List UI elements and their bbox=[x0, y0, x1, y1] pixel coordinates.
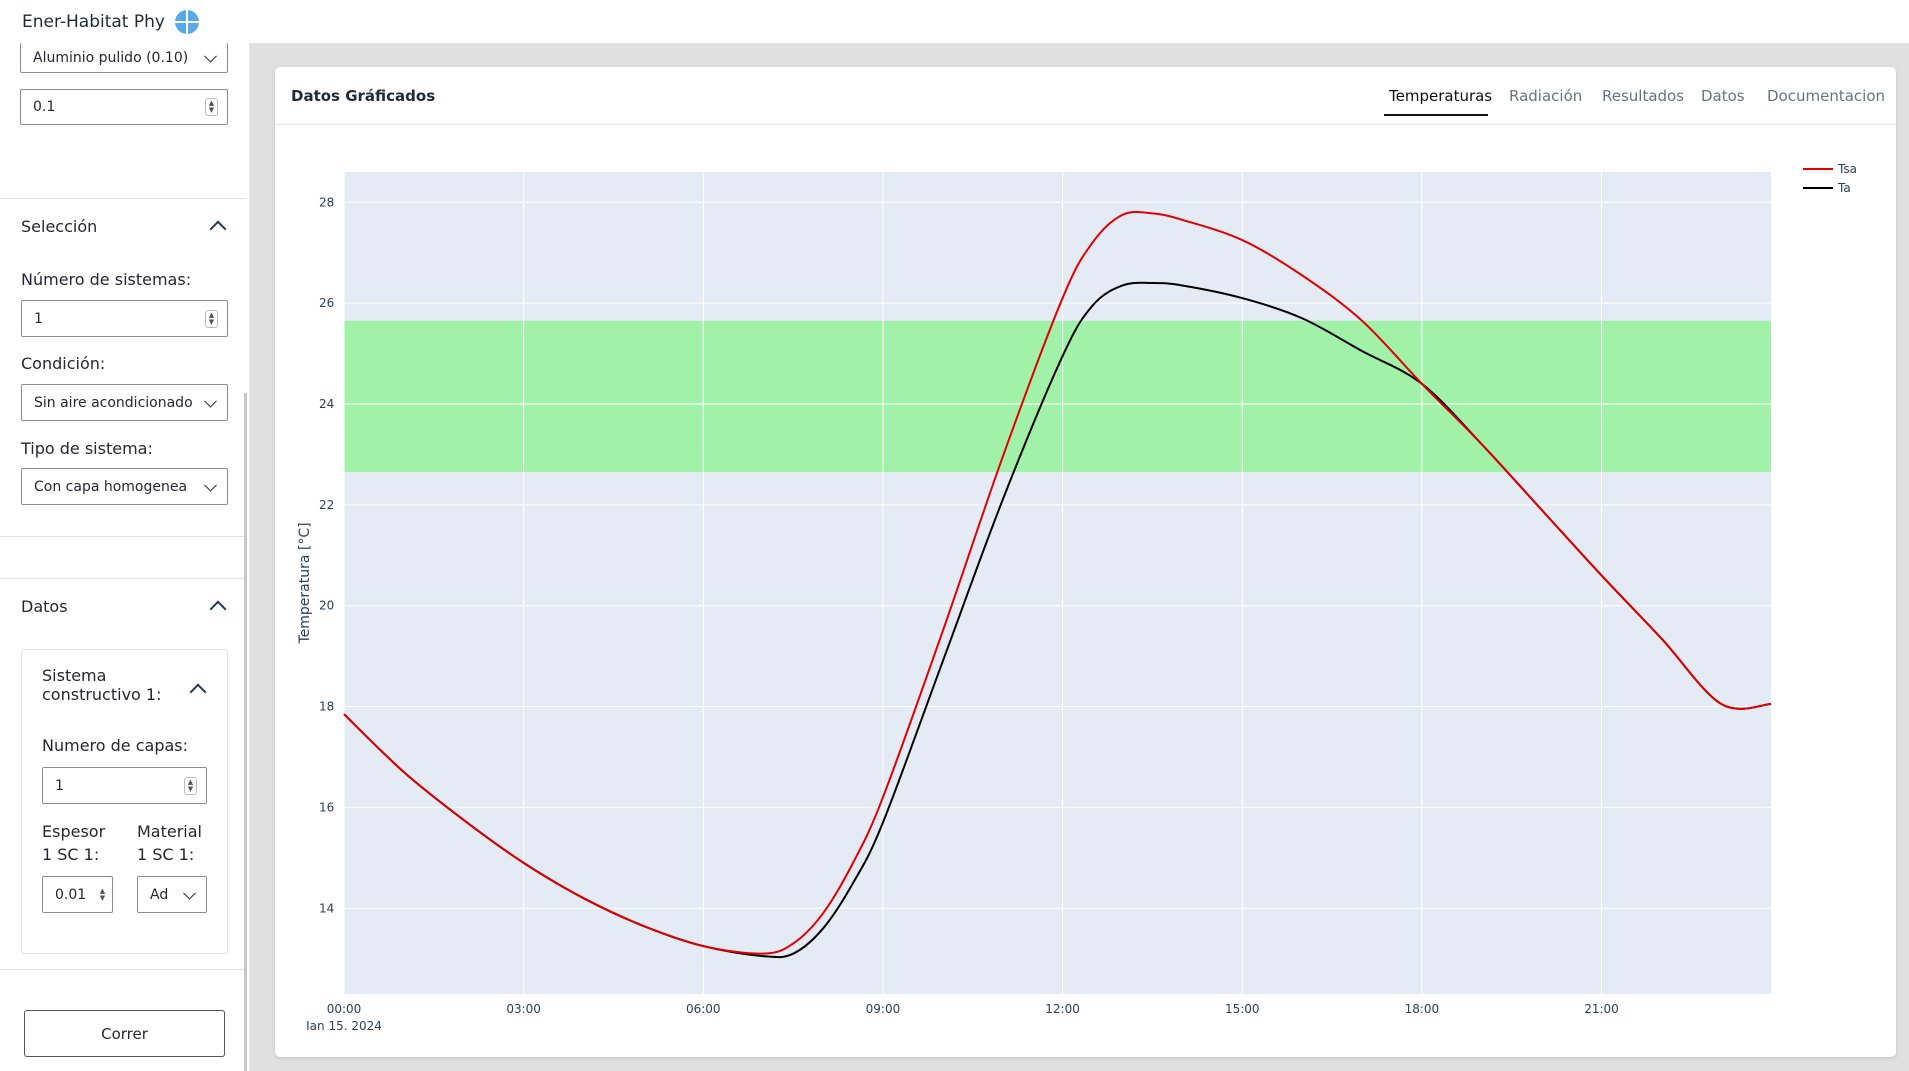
x-tick-label: 09:00 bbox=[866, 1002, 901, 1016]
x-date-label: Jan 15, 2024 bbox=[305, 1019, 382, 1030]
absorptance-value: 0.1 bbox=[33, 99, 56, 115]
y-tick-label: 18 bbox=[319, 700, 334, 714]
y-tick-label: 26 bbox=[319, 296, 334, 310]
espesor-label-line1: Espesor bbox=[42, 822, 106, 841]
card-header: Datos Gráficados Temperaturas Radiación … bbox=[275, 67, 1896, 125]
chevron-down-icon bbox=[204, 49, 217, 63]
absorptance-input[interactable]: 0.1 ▲ ▼ bbox=[20, 89, 228, 125]
condicion-value: Sin aire acondicionado bbox=[34, 394, 193, 411]
datos-title: Datos bbox=[21, 597, 68, 616]
material-select-value: Aluminio pulido (0.10) bbox=[33, 49, 189, 66]
stepper-icon[interactable]: ▲ ▼ bbox=[205, 309, 218, 328]
material-select[interactable]: Aluminio pulido (0.10) bbox=[20, 43, 228, 73]
tab-datos[interactable]: Datos bbox=[1701, 87, 1745, 105]
num-capas-value: 1 bbox=[55, 777, 64, 794]
y-tick-label: 22 bbox=[319, 498, 334, 512]
globe-logo-icon bbox=[174, 9, 199, 34]
y-tick-label: 14 bbox=[319, 901, 334, 915]
material-value: Ad bbox=[150, 886, 169, 903]
material-label-line2: 1 SC 1: bbox=[137, 845, 195, 864]
x-tick-label: 15:00 bbox=[1225, 1002, 1260, 1016]
x-tick-label: 18:00 bbox=[1405, 1002, 1440, 1016]
sistema-subpanel: Sistema constructivo 1: Numero de capas:… bbox=[21, 649, 228, 954]
stepper-icon[interactable]: ▲ ▼ bbox=[97, 886, 108, 904]
chevron-down-icon bbox=[183, 886, 196, 900]
tipo-value: Con capa homogenea bbox=[34, 478, 188, 495]
condicion-select[interactable]: Sin aire acondicionado bbox=[21, 384, 228, 421]
x-tick-label: 00:00 bbox=[327, 1002, 362, 1016]
temperature-chart: 14 16 18 20 22 24 26 28 00:00 03:00 06:00 09:00 12:0… bbox=[297, 162, 1857, 1030]
condicion-label: Condición: bbox=[21, 354, 106, 373]
num-capas-label: Numero de capas: bbox=[42, 736, 189, 755]
sistema-title-line2: constructivo 1: bbox=[42, 685, 162, 704]
app-header: Ener-Habitat Phy bbox=[0, 0, 1909, 43]
stepper-icon[interactable]: ▲ ▼ bbox=[184, 776, 197, 795]
num-capas-input[interactable]: 1 ▲ ▼ bbox=[42, 767, 207, 804]
legend-label: Ta bbox=[1837, 181, 1851, 195]
x-tick-label: 12:00 bbox=[1045, 1002, 1080, 1016]
x-tick-label: 21:00 bbox=[1584, 1002, 1619, 1016]
plot-background bbox=[344, 172, 1771, 994]
x-tick-label: 06:00 bbox=[686, 1002, 721, 1016]
material-select[interactable]: Ad bbox=[137, 876, 207, 913]
tab-radiacion[interactable]: Radiación bbox=[1509, 87, 1582, 105]
y-tick-label: 20 bbox=[319, 599, 334, 613]
chevron-up-icon[interactable] bbox=[189, 683, 207, 701]
sidebar-scrollbar[interactable] bbox=[244, 393, 247, 1071]
num-sistemas-label: Número de sistemas: bbox=[21, 270, 192, 289]
chevron-up-icon[interactable] bbox=[209, 220, 227, 238]
stepper-icon[interactable]: ▲ ▼ bbox=[205, 98, 218, 116]
espesor-label-line2: 1 SC 1: bbox=[42, 845, 100, 864]
app-title: Ener-Habitat Phy bbox=[22, 11, 165, 32]
run-button[interactable]: Correr bbox=[24, 1010, 225, 1057]
num-sistemas-value: 1 bbox=[34, 310, 43, 327]
tab-resultados[interactable]: Resultados bbox=[1602, 87, 1684, 105]
legend-label: Tsa bbox=[1837, 162, 1857, 176]
seleccion-panel: Selección Número de sistemas: 1 ▲ ▼ Condi… bbox=[0, 198, 246, 537]
espesor-value: 0.01 bbox=[55, 886, 87, 903]
espesor-input[interactable]: 0.01 ▲ ▼ bbox=[42, 876, 113, 913]
tab-documentacion[interactable]: Documentacion bbox=[1767, 87, 1885, 105]
seleccion-title: Selección bbox=[21, 217, 98, 236]
material-label-line1: Material bbox=[137, 822, 202, 841]
tab-temperaturas[interactable]: Temperaturas bbox=[1389, 87, 1492, 105]
tipo-select[interactable]: Con capa homogenea bbox=[21, 468, 228, 505]
sidebar: Aluminio pulido (0.10) 0.1 ▲ ▼ Selección … bbox=[0, 43, 250, 1071]
datos-panel: Datos Sistema constructivo 1: Numero de … bbox=[0, 578, 246, 970]
y-tick-label: 16 bbox=[319, 800, 334, 814]
sistema-title-line1: Sistema bbox=[42, 666, 107, 685]
chevron-down-icon bbox=[204, 394, 217, 408]
chevron-up-icon[interactable] bbox=[209, 600, 227, 618]
tipo-label: Tipo de sistema: bbox=[21, 439, 153, 458]
x-tick-label: 03:00 bbox=[506, 1002, 541, 1016]
y-tick-label: 28 bbox=[319, 195, 334, 209]
comfort-band bbox=[344, 320, 1771, 473]
num-sistemas-input[interactable]: 1 ▲ ▼ bbox=[21, 300, 228, 337]
card-title: Datos Gráficados bbox=[291, 87, 436, 105]
y-tick-label: 24 bbox=[319, 397, 334, 411]
chevron-down-icon bbox=[204, 478, 217, 492]
active-tab-indicator bbox=[1384, 114, 1488, 116]
y-axis-label: Temperatura [°C] bbox=[297, 522, 313, 644]
